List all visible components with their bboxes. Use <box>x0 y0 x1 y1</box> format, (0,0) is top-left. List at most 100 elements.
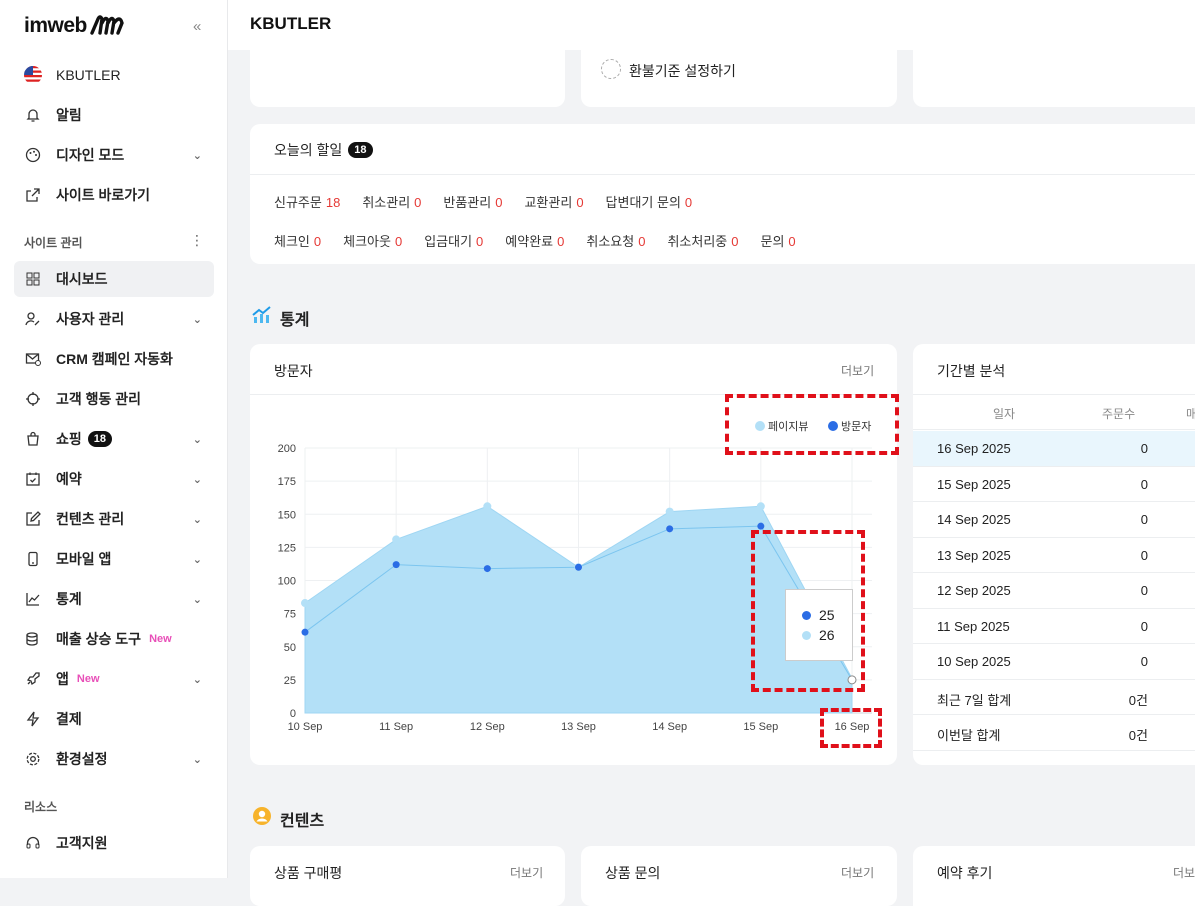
sidebar-item-design-mode[interactable]: 디자인 모드 ⌄ <box>14 137 214 173</box>
cell-orders: 0 <box>1140 476 1148 492</box>
content-card-reservation-reviews: 예약 후기 더보 <box>913 846 1195 906</box>
sidebar-item-label: 통계 <box>56 591 82 607</box>
table-row: 12 Sep 2025 0 <box>913 573 1195 609</box>
stats-icon <box>252 305 272 330</box>
table-row: 15 Sep 2025 0 <box>913 467 1195 502</box>
chevron-down-icon: ⌄ <box>192 673 202 686</box>
content-more-link[interactable]: 더보기 <box>841 864 874 881</box>
sidebar-item-shopping[interactable]: 쇼핑 18 ⌄ <box>14 421 214 457</box>
sidebar-item-mobile-app[interactable]: 모바일 앱 ⌄ <box>14 541 214 577</box>
sidebar-item-reservation[interactable]: 예약 ⌄ <box>14 461 214 497</box>
more-vertical-icon[interactable]: ⋮ <box>190 232 204 249</box>
edit-icon <box>24 510 42 528</box>
imweb-logo[interactable]: imweb <box>24 14 124 38</box>
mobile-icon <box>24 550 42 568</box>
sidebar-item-users[interactable]: 사용자 관리 ⌄ <box>14 301 214 337</box>
rocket-icon <box>24 670 42 688</box>
sidebar-item-label: 환경설정 <box>56 751 108 767</box>
todo-reservation-done[interactable]: 예약완료 0 <box>505 231 564 250</box>
point-pageviews <box>665 507 674 516</box>
sidebar: imweb « KBUTLER 알림 디자인 모드 ⌄ 사이트 바로가기 사이트… <box>0 0 228 878</box>
table-row: 최근 7일 합계 0건 <box>913 680 1195 715</box>
todo-return[interactable]: 반품관리 0 <box>443 192 502 211</box>
sidebar-item-payment[interactable]: 결제 <box>14 701 214 737</box>
new-tag: New <box>76 673 100 685</box>
y-tick-label: 50 <box>284 642 296 654</box>
table-row: 10 Sep 2025 0 <box>913 644 1195 680</box>
chevron-down-icon: ⌄ <box>192 433 202 446</box>
sidebar-item-dashboard[interactable]: 대시보드 <box>14 261 214 297</box>
table-row: 11 Sep 2025 0 <box>913 609 1195 644</box>
todo-title: 오늘의 할일 <box>274 142 343 158</box>
sidebar-item-apps[interactable]: 앱 New ⌄ <box>14 661 214 697</box>
todo-new-orders[interactable]: 신규주문 18 <box>274 192 340 211</box>
collapse-sidebar-icon[interactable]: « <box>193 18 201 35</box>
shopping-bag-icon <box>24 430 42 448</box>
y-tick-label: 125 <box>278 542 296 554</box>
todo-checkin[interactable]: 체크인 0 <box>274 231 321 250</box>
todo-cancel-processing[interactable]: 취소처리중 0 <box>667 231 738 250</box>
todo-checkout[interactable]: 체크아웃 0 <box>343 231 402 250</box>
sidebar-item-label: 사이트 바로가기 <box>56 187 151 203</box>
annotation-box-legend <box>725 394 899 455</box>
point-pageviews <box>756 502 765 511</box>
new-tag: New <box>149 633 172 645</box>
point-pageviews <box>301 599 309 608</box>
sidebar-item-visit-site[interactable]: 사이트 바로가기 <box>14 177 214 213</box>
site-name: KBUTLER <box>56 67 121 83</box>
sidebar-item-sales-tools[interactable]: 매출 상승 도구 New <box>14 621 214 657</box>
cell-date: 10 Sep 2025 <box>937 654 1011 669</box>
section-label-site: 사이트 관리 <box>24 236 83 250</box>
content-card-title: 상품 구매평 <box>274 865 343 881</box>
calendar-check-icon <box>24 470 42 488</box>
shopping-count-badge: 18 <box>87 431 113 447</box>
cell-date: 16 Sep 2025 <box>937 441 1011 456</box>
chevron-down-icon: ⌄ <box>192 149 202 162</box>
contents-section-label: 컨텐츠 <box>280 812 325 830</box>
annotation-box-tooltip <box>751 530 865 692</box>
todo-exchange[interactable]: 교환관리 0 <box>524 192 583 211</box>
content-more-link[interactable]: 더보기 <box>510 864 543 881</box>
cell-date: 15 Sep 2025 <box>937 476 1011 492</box>
todo-question[interactable]: 문의 0 <box>760 231 795 250</box>
external-link-icon <box>24 186 42 204</box>
cell-date: 최근 7일 합계 <box>937 692 1012 708</box>
sidebar-item-label: 매출 상승 도구 <box>56 631 142 647</box>
logo-text: imweb <box>24 14 87 37</box>
todo-inquiry[interactable]: 답변대기 문의 0 <box>606 192 693 211</box>
top-card-3 <box>913 50 1195 107</box>
headset-icon <box>24 834 42 852</box>
refund-policy-link[interactable]: 환불기준 설정하기 <box>629 61 736 81</box>
site-switcher[interactable]: KBUTLER <box>14 57 214 93</box>
coin-stack-icon <box>24 630 42 648</box>
todo-awaiting-payment[interactable]: 입금대기 0 <box>424 231 483 250</box>
pending-circle-icon <box>601 59 621 79</box>
annotation-box-x-label <box>820 708 882 748</box>
cell-orders: 0 <box>1140 441 1148 456</box>
content-more-link[interactable]: 더보 <box>1173 864 1195 881</box>
us-flag-icon <box>24 66 42 84</box>
stats-section-title: 통계 <box>252 305 309 330</box>
sidebar-item-contents[interactable]: 컨텐츠 관리 ⌄ <box>14 501 214 537</box>
x-axis-ticks: 10 Sep 11 Sep 12 Sep 13 Sep 14 Sep 15 Sep 16 S… <box>288 721 870 733</box>
sidebar-item-statistics[interactable]: 통계 ⌄ <box>14 581 214 617</box>
lightning-icon <box>24 710 42 728</box>
x-tick-label: 12 Sep <box>470 721 505 733</box>
sidebar-item-alerts[interactable]: 알림 <box>14 97 214 133</box>
sidebar-item-label: 컨텐츠 관리 <box>56 511 125 527</box>
sidebar-item-settings[interactable]: 환경설정 ⌄ <box>14 741 214 777</box>
chevron-down-icon: ⌄ <box>192 753 202 766</box>
content-card-reviews: 상품 구매평 더보기 <box>250 846 565 906</box>
cell-date: 이번달 합계 <box>937 728 1001 743</box>
todo-row-orders: 신규주문 18 취소관리 0 반품관리 0 교환관리 0 답변대기 문의 0 <box>274 192 692 211</box>
todo-cancel-request[interactable]: 취소요청 0 <box>586 231 645 250</box>
target-icon <box>24 390 42 408</box>
sidebar-item-support[interactable]: 고객지원 <box>14 825 214 861</box>
top-card-1 <box>250 50 565 107</box>
sidebar-item-behavior[interactable]: 고객 행동 관리 <box>14 381 214 417</box>
contents-section-title: 컨텐츠 <box>252 806 324 831</box>
section-label-resource: 리소스 <box>24 800 58 814</box>
content-card-title: 예약 후기 <box>937 865 993 881</box>
sidebar-item-crm[interactable]: CRM 캠페인 자동화 <box>14 341 214 377</box>
todo-cancel[interactable]: 취소관리 0 <box>362 192 421 211</box>
